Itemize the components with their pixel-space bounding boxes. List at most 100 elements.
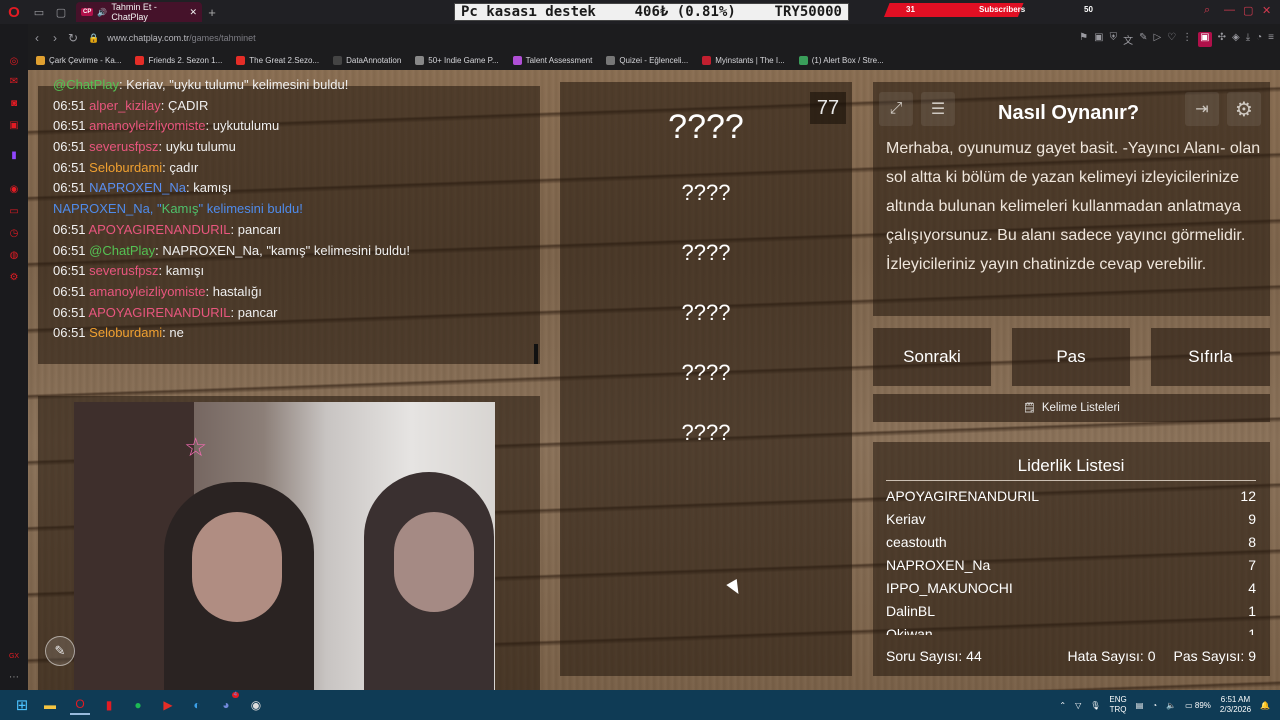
tab-title: Tahmin Et - ChatPlay	[111, 2, 157, 22]
opera-logo-icon[interactable]: O	[0, 0, 28, 24]
leaderboard-row: APOYAGIRENANDURIL 12	[886, 488, 1256, 511]
network-icon[interactable]: ▤	[1136, 701, 1144, 710]
donation-goal: TRY50000	[774, 4, 842, 20]
cube-icon[interactable]: ◈	[1232, 32, 1240, 47]
battery-indicator[interactable]: ▭ 89%	[1185, 701, 1211, 710]
puzzle-icon[interactable]: ✣	[1218, 32, 1226, 47]
passes-stat: Pas Sayısı: 9	[1174, 648, 1257, 664]
errors-label: Hata Sayısı:	[1067, 648, 1144, 664]
volume-icon[interactable]: 🔈	[1166, 701, 1176, 710]
tab-menu-icon[interactable]: ▢	[50, 0, 72, 24]
system-tray: ⌃ ▽ 🎙 ENG TRQ ▤ ◔ 🔈 ▭ 89% 6:51 AM 2/3/2026…	[1059, 690, 1270, 720]
bookmark-item[interactable]: Friends 2. Sezon 1...	[135, 55, 222, 65]
notification-icon[interactable]: 🔔	[1260, 701, 1270, 710]
vpn-icon[interactable]: ◍	[7, 248, 21, 262]
leaderboard-row: ceastouth 8	[886, 534, 1256, 557]
screenshot-icon[interactable]: ▣	[1094, 32, 1103, 47]
app-red-icon[interactable]: ▮	[99, 695, 119, 715]
sidebar-more-icon[interactable]: ⋯	[7, 670, 21, 684]
bookmark-item[interactable]: Çark Çevirme - Ka...	[36, 55, 121, 65]
tab-close-icon[interactable]: ✕	[189, 7, 197, 18]
video-icon[interactable]: ▶	[158, 695, 178, 715]
forward-icon[interactable]: ›	[46, 31, 64, 45]
leaderboard-row: NAPROXEN_Na 7	[886, 557, 1256, 580]
bookmark-label: Myinstants | The I...	[715, 55, 785, 65]
speaker-icon[interactable]: 🔊	[97, 8, 107, 17]
instagram-icon[interactable]: ▣	[7, 118, 21, 132]
history-icon[interactable]: ◷	[7, 226, 21, 240]
address-bar: ‹ › ↻ 🔒 www.chatplay.com.tr/games/tahmin…	[28, 26, 1280, 50]
bookmark-item[interactable]: Myinstants | The I...	[702, 55, 785, 65]
leader-name: Keriav	[886, 511, 926, 527]
twitch-icon[interactable]: ▮	[7, 148, 21, 162]
menu-icon[interactable]: ≡	[1268, 32, 1274, 47]
maximize-icon[interactable]: ▢	[1243, 4, 1253, 17]
bookmark-favicon-icon	[36, 55, 45, 65]
url-path: /games/tahminet	[189, 33, 256, 43]
profile-icon[interactable]: ◔	[1256, 32, 1262, 47]
close-window-icon[interactable]: ✕	[1262, 4, 1271, 17]
shield-icon[interactable]: ⛨	[1110, 32, 1118, 47]
new-tab-button[interactable]: +	[202, 5, 222, 20]
aria-icon[interactable]: ◎	[7, 54, 21, 68]
download-icon[interactable]: ⤓	[1246, 32, 1250, 47]
bookmark-item[interactable]: Quizei - Eğlenceli...	[606, 55, 688, 65]
workspaces-icon[interactable]: ▭	[28, 0, 50, 24]
more-icon[interactable]: ⋮	[1182, 32, 1192, 47]
bookmark-item[interactable]: (1) Alert Box / Stre...	[798, 55, 884, 65]
tab-active[interactable]: CP 🔊 Tahmin Et - ChatPlay ✕	[76, 2, 202, 22]
microphone-icon[interactable]: 🎙	[1090, 701, 1100, 710]
search-tabs-icon[interactable]: ⌕	[1204, 4, 1210, 17]
errors-stat: Hata Sayısı: 0	[1068, 648, 1156, 664]
twitch-extension-icon[interactable]: ▣	[1198, 32, 1212, 47]
play-icon[interactable]: ▷	[1153, 32, 1161, 47]
bookmark-favicon-icon	[333, 55, 343, 65]
clock-date: 2/3/2026	[1219, 705, 1252, 714]
bookmark-item[interactable]: DataAnnotation	[333, 55, 401, 65]
language-top: ENG	[1109, 695, 1127, 704]
bookmark-item[interactable]: 50+ Indie Game P...	[415, 55, 499, 65]
discord-icon[interactable]: ◕ 4	[216, 692, 239, 715]
lock-icon[interactable]: 🔒	[88, 33, 99, 44]
bookmark-icon[interactable]: ⚑	[1079, 32, 1088, 47]
leader-score: 9	[1248, 511, 1256, 527]
leader-score: 8	[1248, 534, 1256, 550]
messenger-icon[interactable]: ✉	[7, 74, 21, 88]
gx-icon[interactable]: GX	[7, 649, 21, 663]
brush-icon[interactable]: ✎	[1139, 32, 1147, 47]
tray-chevron-icon[interactable]: ⌃	[1059, 701, 1066, 710]
settings-icon[interactable]: ⚙	[7, 270, 21, 284]
bookmark-item[interactable]: The Great 2.Sezo...	[236, 55, 319, 65]
brush-edit-icon[interactable]: ✎	[45, 636, 75, 666]
wifi-icon[interactable]: ◔	[1152, 701, 1157, 710]
minimize-icon[interactable]: —	[1224, 4, 1235, 16]
reload-icon[interactable]: ↻	[64, 31, 82, 45]
tray-app-icon[interactable]: ▽	[1075, 701, 1081, 710]
bookmark-label: Talent Assessment	[525, 55, 593, 65]
leader-name: IPPO_MAKUNOCHI	[886, 580, 1013, 596]
whatsapp-icon[interactable]: ◙	[7, 96, 21, 110]
opera-gx-taskbar-icon[interactable]: O	[70, 695, 90, 715]
language-indicator[interactable]: ENG TRQ	[1109, 695, 1126, 715]
leaderboard-list: APOYAGIRENANDURIL 12 Keriav 9 ceastouth 8 NAPR…	[28, 70, 1280, 635]
heart-icon[interactable]: ♡	[1167, 32, 1176, 47]
obs-icon[interactable]: ◉	[246, 695, 266, 715]
leaderboard-row: IPPO_MAKUNOCHI 4	[886, 580, 1256, 603]
player-icon[interactable]: ◉	[7, 182, 21, 196]
spotify-icon[interactable]: ●	[128, 695, 148, 715]
leader-score: 1	[1248, 626, 1256, 635]
bookmark-item[interactable]: Talent Assessment	[512, 55, 593, 65]
game-stats: Soru Sayısı: 44 Hata Sayısı: 0 Pas Sayıs…	[886, 648, 1256, 664]
errors-value: 0	[1147, 648, 1156, 664]
edge-icon[interactable]: ◐	[187, 695, 207, 715]
windows-start-icon[interactable]: ⊞	[12, 695, 32, 715]
bookmark-label: 50+ Indie Game P...	[428, 55, 499, 65]
url-field[interactable]: www.chatplay.com.tr/games/tahminet	[107, 33, 255, 43]
translate-icon[interactable]: 文	[1123, 32, 1133, 47]
leaderboard-row: Okiwan 1	[886, 626, 1256, 635]
leader-score: 7	[1248, 557, 1256, 573]
wallet-icon[interactable]: ▭	[7, 204, 21, 218]
back-icon[interactable]: ‹	[28, 31, 46, 45]
file-explorer-icon[interactable]: ▬	[40, 695, 60, 715]
clock[interactable]: 6:51 AM 2/3/2026	[1220, 695, 1251, 715]
